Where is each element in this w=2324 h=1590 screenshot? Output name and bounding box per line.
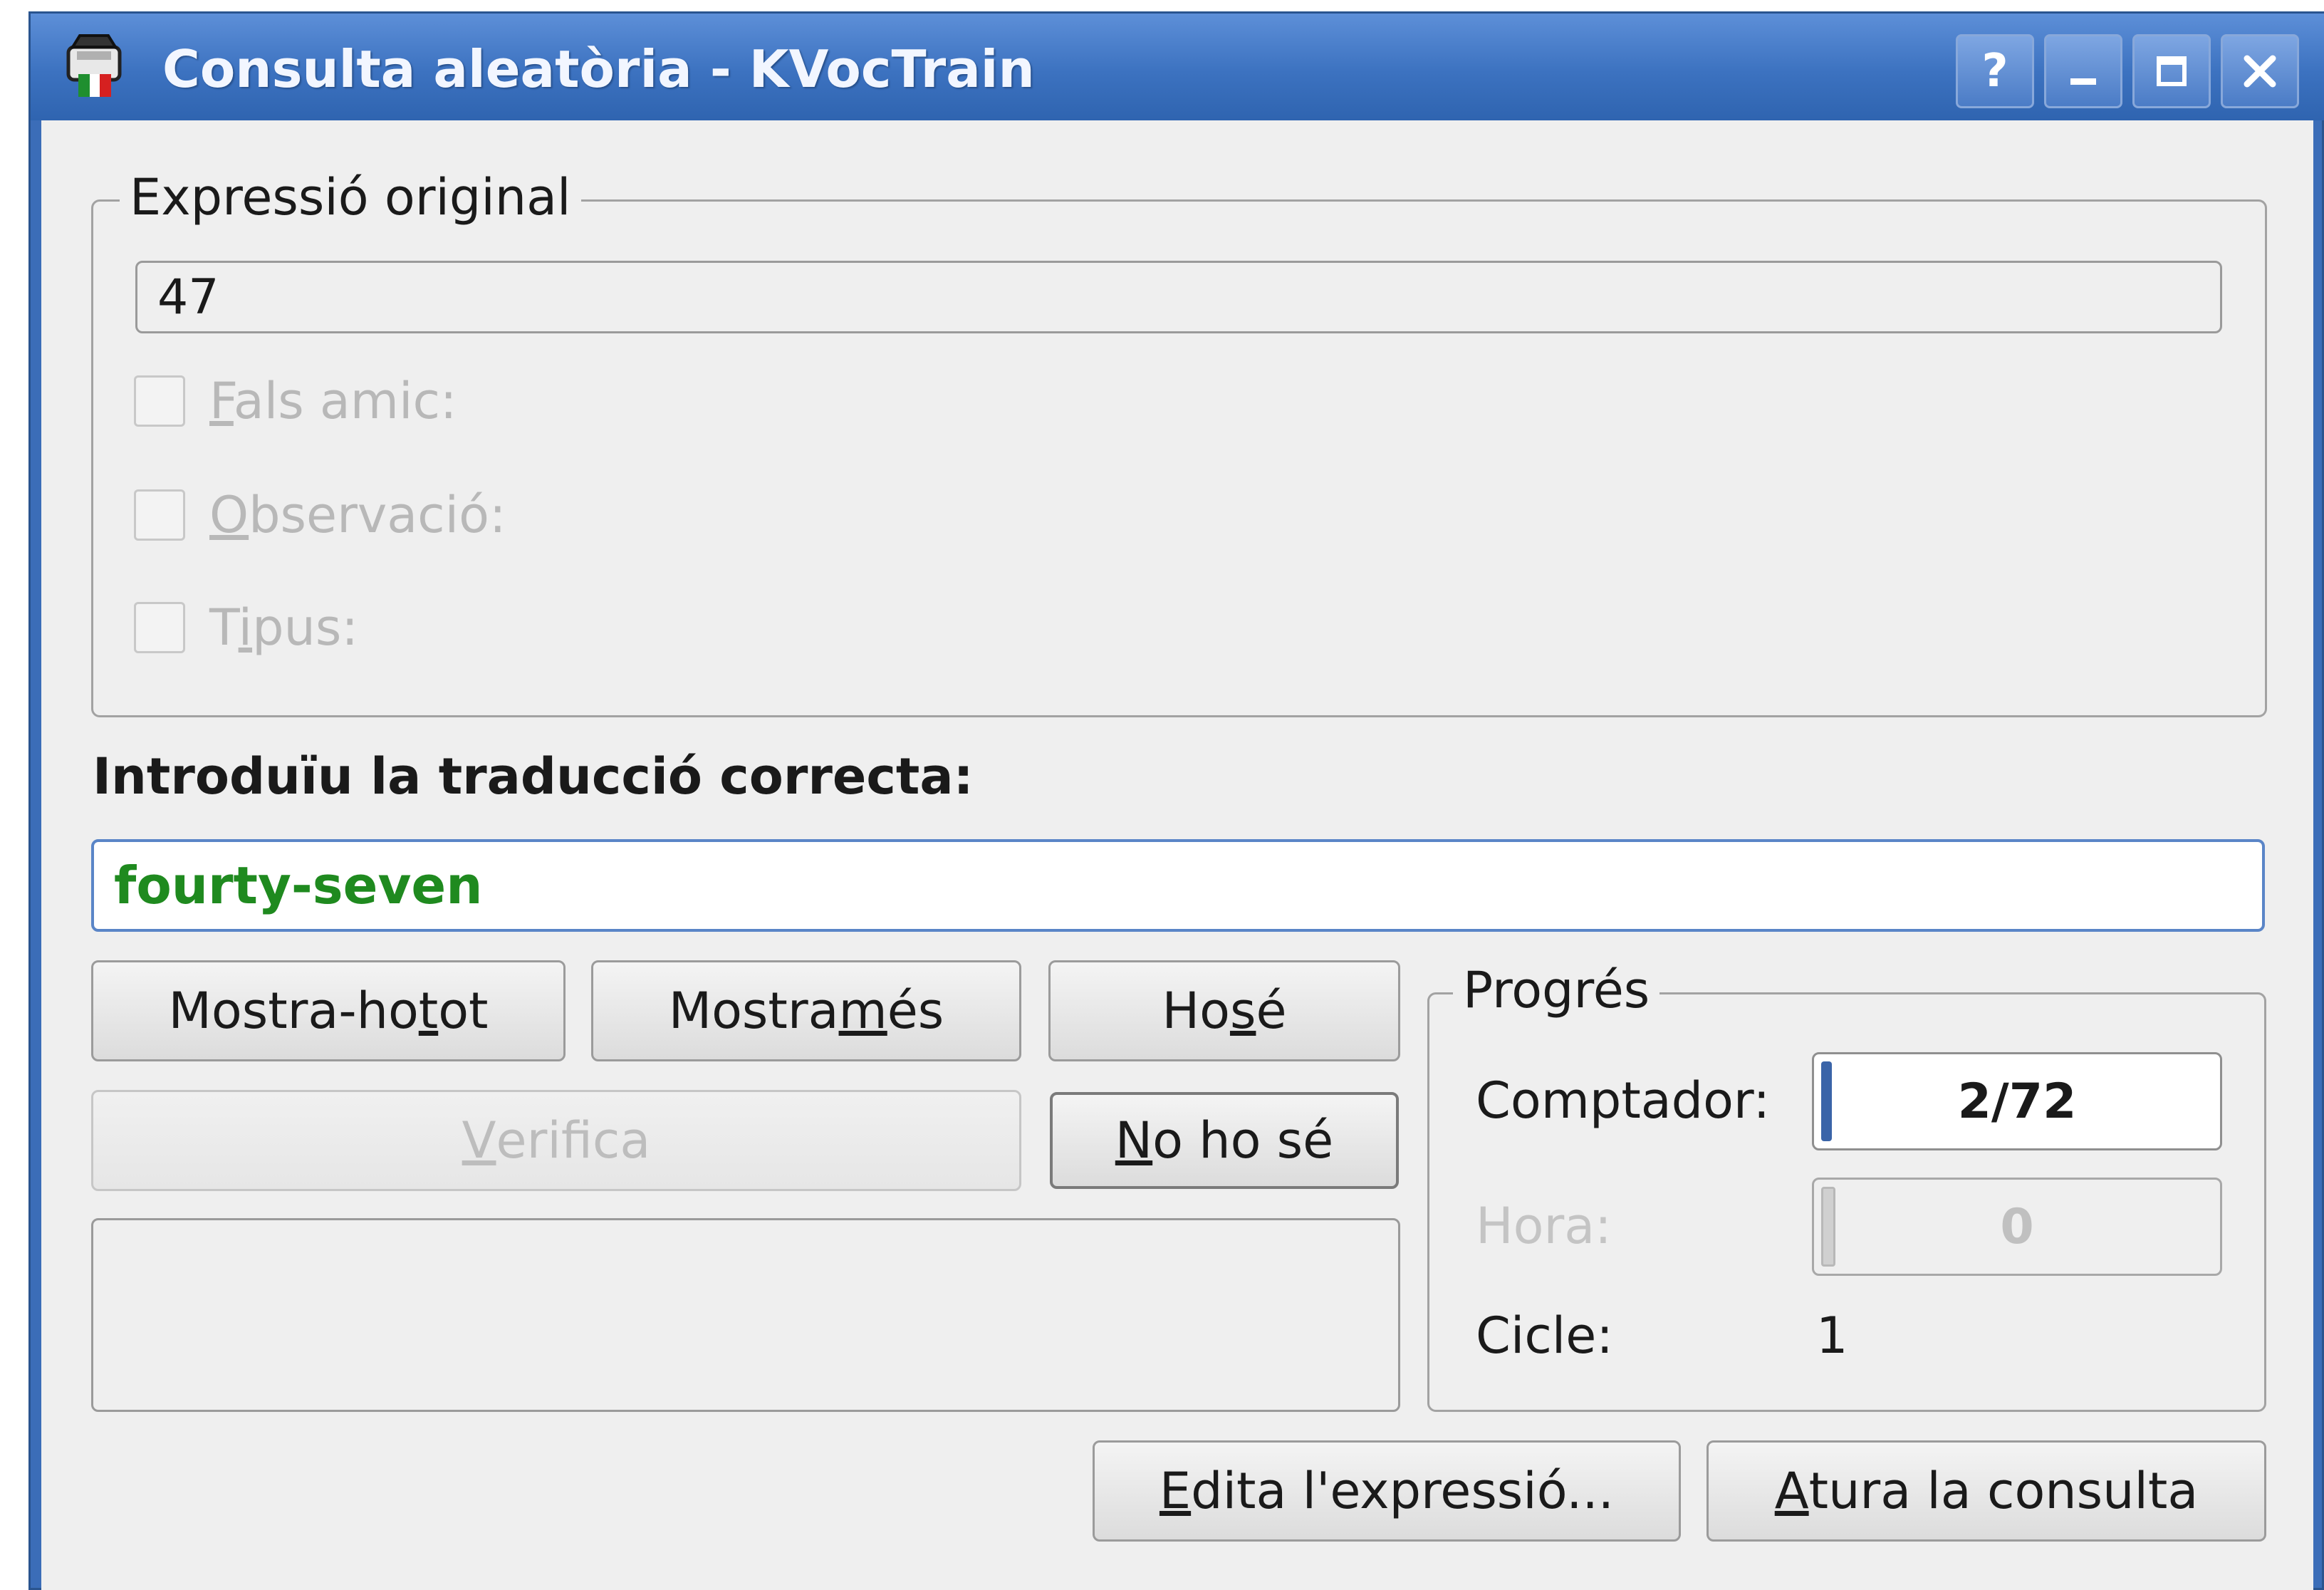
- time-value: 0: [2000, 1198, 2034, 1255]
- show-all-button[interactable]: Mostra-ho t ot: [91, 960, 566, 1061]
- progress-legend: Progrés: [1453, 958, 1660, 1022]
- dont-know-button[interactable]: No ho sé: [1050, 1092, 1399, 1189]
- close-icon: [2244, 55, 2276, 88]
- cycle-value: 1: [1816, 1306, 1848, 1365]
- verify-button[interactable]: Verifica: [91, 1090, 1021, 1191]
- time-meter-fill: [1821, 1187, 1835, 1267]
- stop-query-button[interactable]: Atura la consulta: [1706, 1440, 2266, 1542]
- original-expression-value: 47: [157, 269, 219, 326]
- minimize-button[interactable]: [2044, 34, 2122, 108]
- translation-prompt: Introduïu la traducció correcta:: [93, 747, 974, 806]
- help-icon: ?: [1981, 45, 2008, 98]
- original-expression-legend: Expressió original: [120, 165, 581, 229]
- show-more-button[interactable]: Mostra m és: [591, 960, 1021, 1061]
- maximize-button[interactable]: [2132, 34, 2211, 108]
- kvoctrain-app-icon[interactable]: [58, 30, 130, 101]
- remark-checkbox[interactable]: [134, 489, 185, 541]
- edit-expression-button[interactable]: Edita l'expressió...: [1093, 1440, 1681, 1542]
- help-button[interactable]: ?: [1956, 34, 2034, 108]
- counter-meter-fill: [1821, 1061, 1832, 1141]
- type-label: Tipus:: [209, 598, 358, 657]
- false-friend-checkbox[interactable]: [134, 375, 185, 427]
- time-label: Hora:: [1476, 1197, 1612, 1255]
- i-know-button[interactable]: Ho sé: [1048, 960, 1400, 1061]
- type-checkbox[interactable]: [134, 602, 185, 653]
- counter-label: Comptador:: [1476, 1071, 1771, 1130]
- cycle-label: Cicle:: [1476, 1306, 1613, 1365]
- window-title: Consulta aleatòria - KVocTrain: [162, 39, 1035, 99]
- close-button[interactable]: [2221, 34, 2299, 108]
- maximize-icon: [2157, 56, 2187, 86]
- translation-input-value: fourty-seven: [114, 856, 483, 915]
- original-expression-field[interactable]: 47: [135, 261, 2222, 333]
- translation-input[interactable]: fourty-seven: [91, 839, 2265, 932]
- counter-value: 2/72: [1957, 1073, 2077, 1130]
- status-message-area: [91, 1218, 1400, 1412]
- counter-meter: 2/72: [1812, 1052, 2222, 1150]
- false-friend-label: Fals amic:: [209, 372, 457, 430]
- time-meter: 0: [1812, 1178, 2222, 1276]
- remark-label: Observació:: [209, 486, 506, 544]
- minimize-icon: [2070, 78, 2096, 85]
